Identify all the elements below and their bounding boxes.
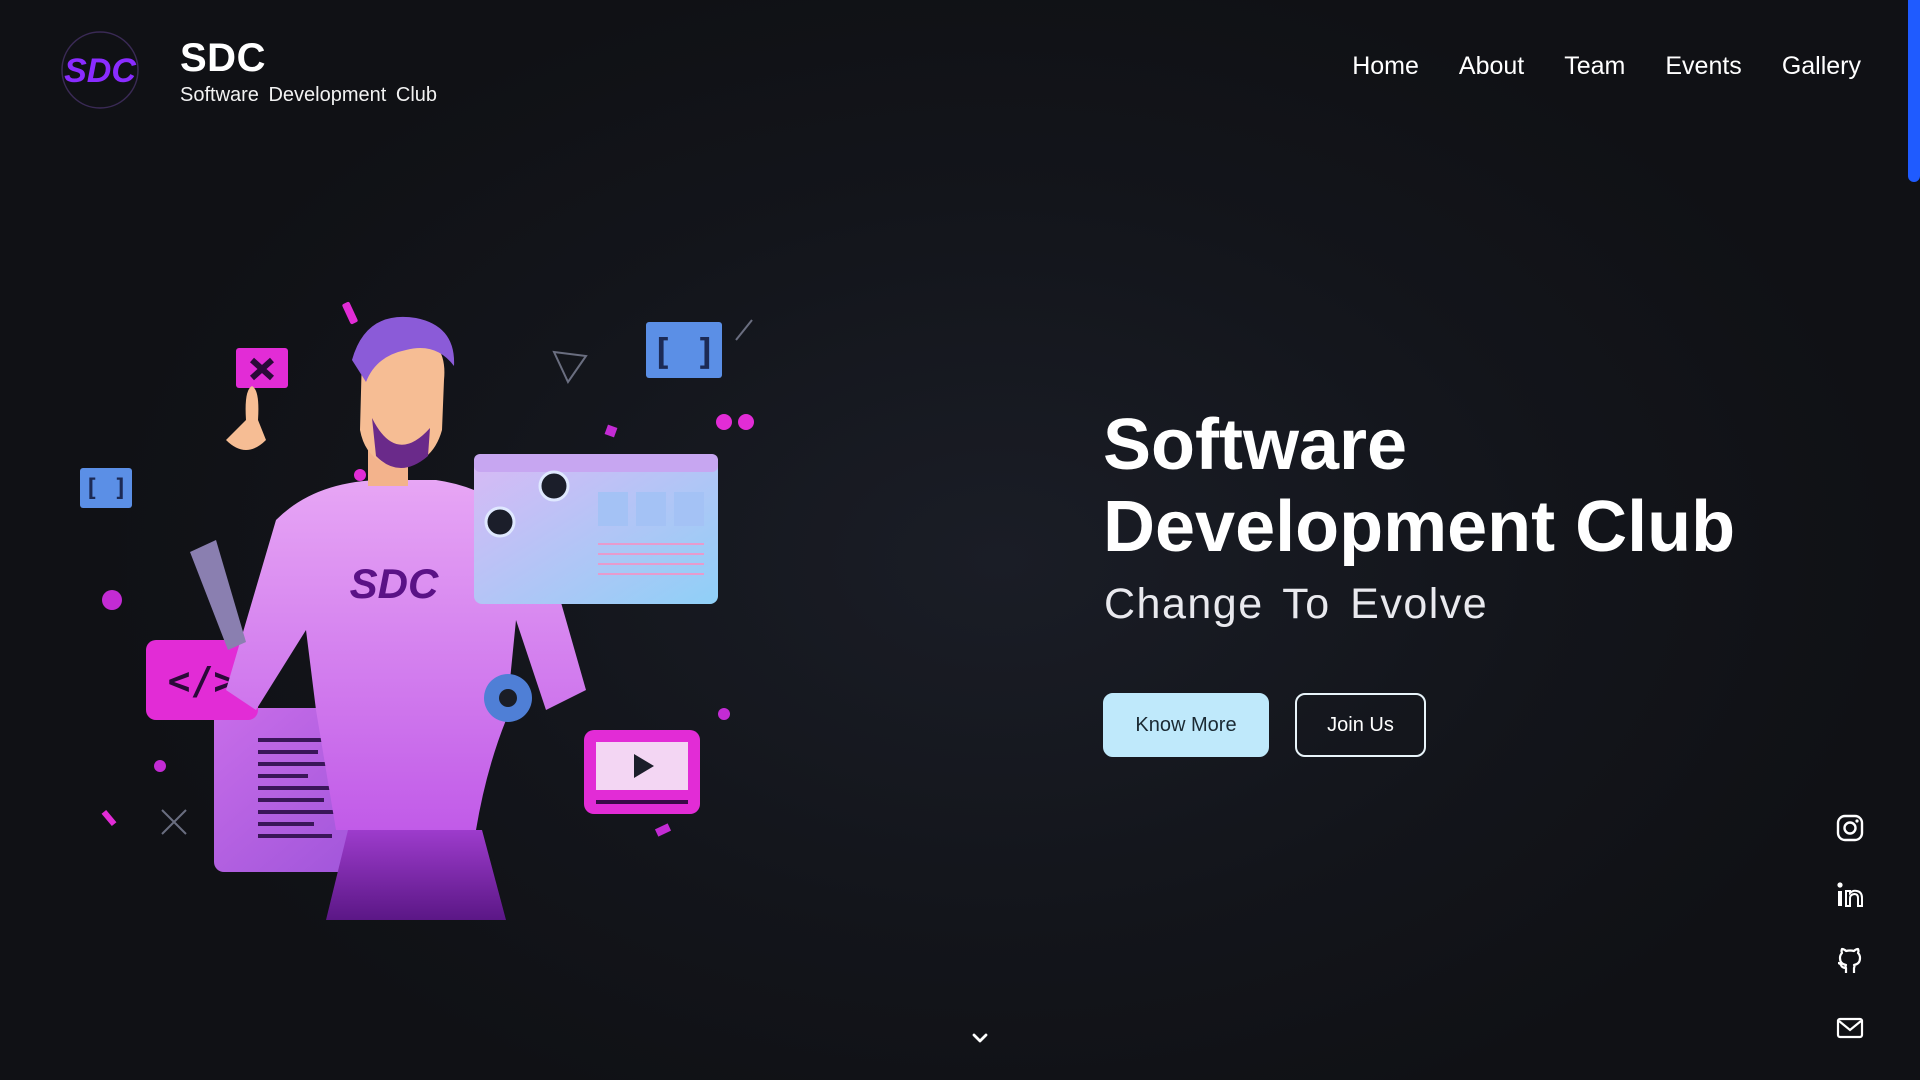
mail-icon xyxy=(1836,1017,1864,1039)
bracket-tag-text-small: [ ] xyxy=(84,474,127,502)
nav-team[interactable]: Team xyxy=(1564,52,1625,81)
site-logo[interactable]: SDC xyxy=(52,28,148,112)
cross-outline xyxy=(161,809,187,835)
github-icon xyxy=(1837,947,1862,973)
wrench-icon xyxy=(190,540,246,650)
hero-title: Software Development Club xyxy=(1103,404,1803,568)
code-tag-text: </> xyxy=(168,659,237,703)
touch-point xyxy=(538,470,570,502)
nav-events[interactable]: Events xyxy=(1665,52,1741,81)
confetti-dot xyxy=(738,414,754,430)
nav-about[interactable]: About xyxy=(1459,52,1524,81)
svg-text:SDC: SDC xyxy=(64,52,136,90)
confetti-dot xyxy=(102,590,122,610)
gear-icon-hole xyxy=(499,689,517,707)
scrollbar-thumb[interactable] xyxy=(1908,0,1920,182)
confetti-dot xyxy=(154,760,166,772)
main-nav: Home About Team Events Gallery xyxy=(1352,52,1861,81)
shirt-logo: SDC xyxy=(350,560,439,607)
mail-link[interactable] xyxy=(1832,1010,1868,1046)
confetti-shape xyxy=(604,424,618,438)
linkedin-link[interactable] xyxy=(1832,876,1868,912)
confetti-shape xyxy=(654,823,672,837)
touch-point xyxy=(484,506,516,538)
know-more-button[interactable]: Know More xyxy=(1103,693,1269,757)
instagram-icon xyxy=(1836,814,1864,842)
brand-subtitle: Software Development Club xyxy=(180,84,438,106)
hero-title-line1: Software xyxy=(1103,405,1408,485)
person-legs xyxy=(326,830,506,920)
confetti-dot xyxy=(718,708,730,720)
ui-window-tiles xyxy=(598,492,704,526)
confetti-dot xyxy=(716,414,732,430)
scroll-down-button[interactable] xyxy=(968,1026,992,1050)
line-shape xyxy=(735,319,753,341)
hero-title-line2: Development Club xyxy=(1103,487,1736,567)
hero-tagline: Change To Evolve xyxy=(1104,580,1489,628)
join-us-button[interactable]: Join Us xyxy=(1295,693,1426,757)
github-link[interactable] xyxy=(1832,943,1868,979)
nav-gallery[interactable]: Gallery xyxy=(1782,52,1861,81)
confetti-dot xyxy=(354,469,366,481)
bracket-tag-text: [ ] xyxy=(651,332,716,373)
hero-illustration: [ ] [ ] </> SDC xyxy=(80,301,754,920)
logo-graphic: SDC xyxy=(61,31,139,109)
ui-window-titlebar xyxy=(474,454,718,472)
triangle-outline xyxy=(552,350,588,385)
confetti-shape xyxy=(101,809,117,827)
chevron-down-icon xyxy=(972,1033,988,1043)
brand-title: SDC xyxy=(180,36,266,80)
confetti-shape xyxy=(342,301,358,325)
instagram-link[interactable] xyxy=(1832,810,1868,846)
nav-home[interactable]: Home xyxy=(1352,52,1419,81)
linkedin-icon xyxy=(1837,882,1863,907)
person-hand xyxy=(226,386,266,450)
